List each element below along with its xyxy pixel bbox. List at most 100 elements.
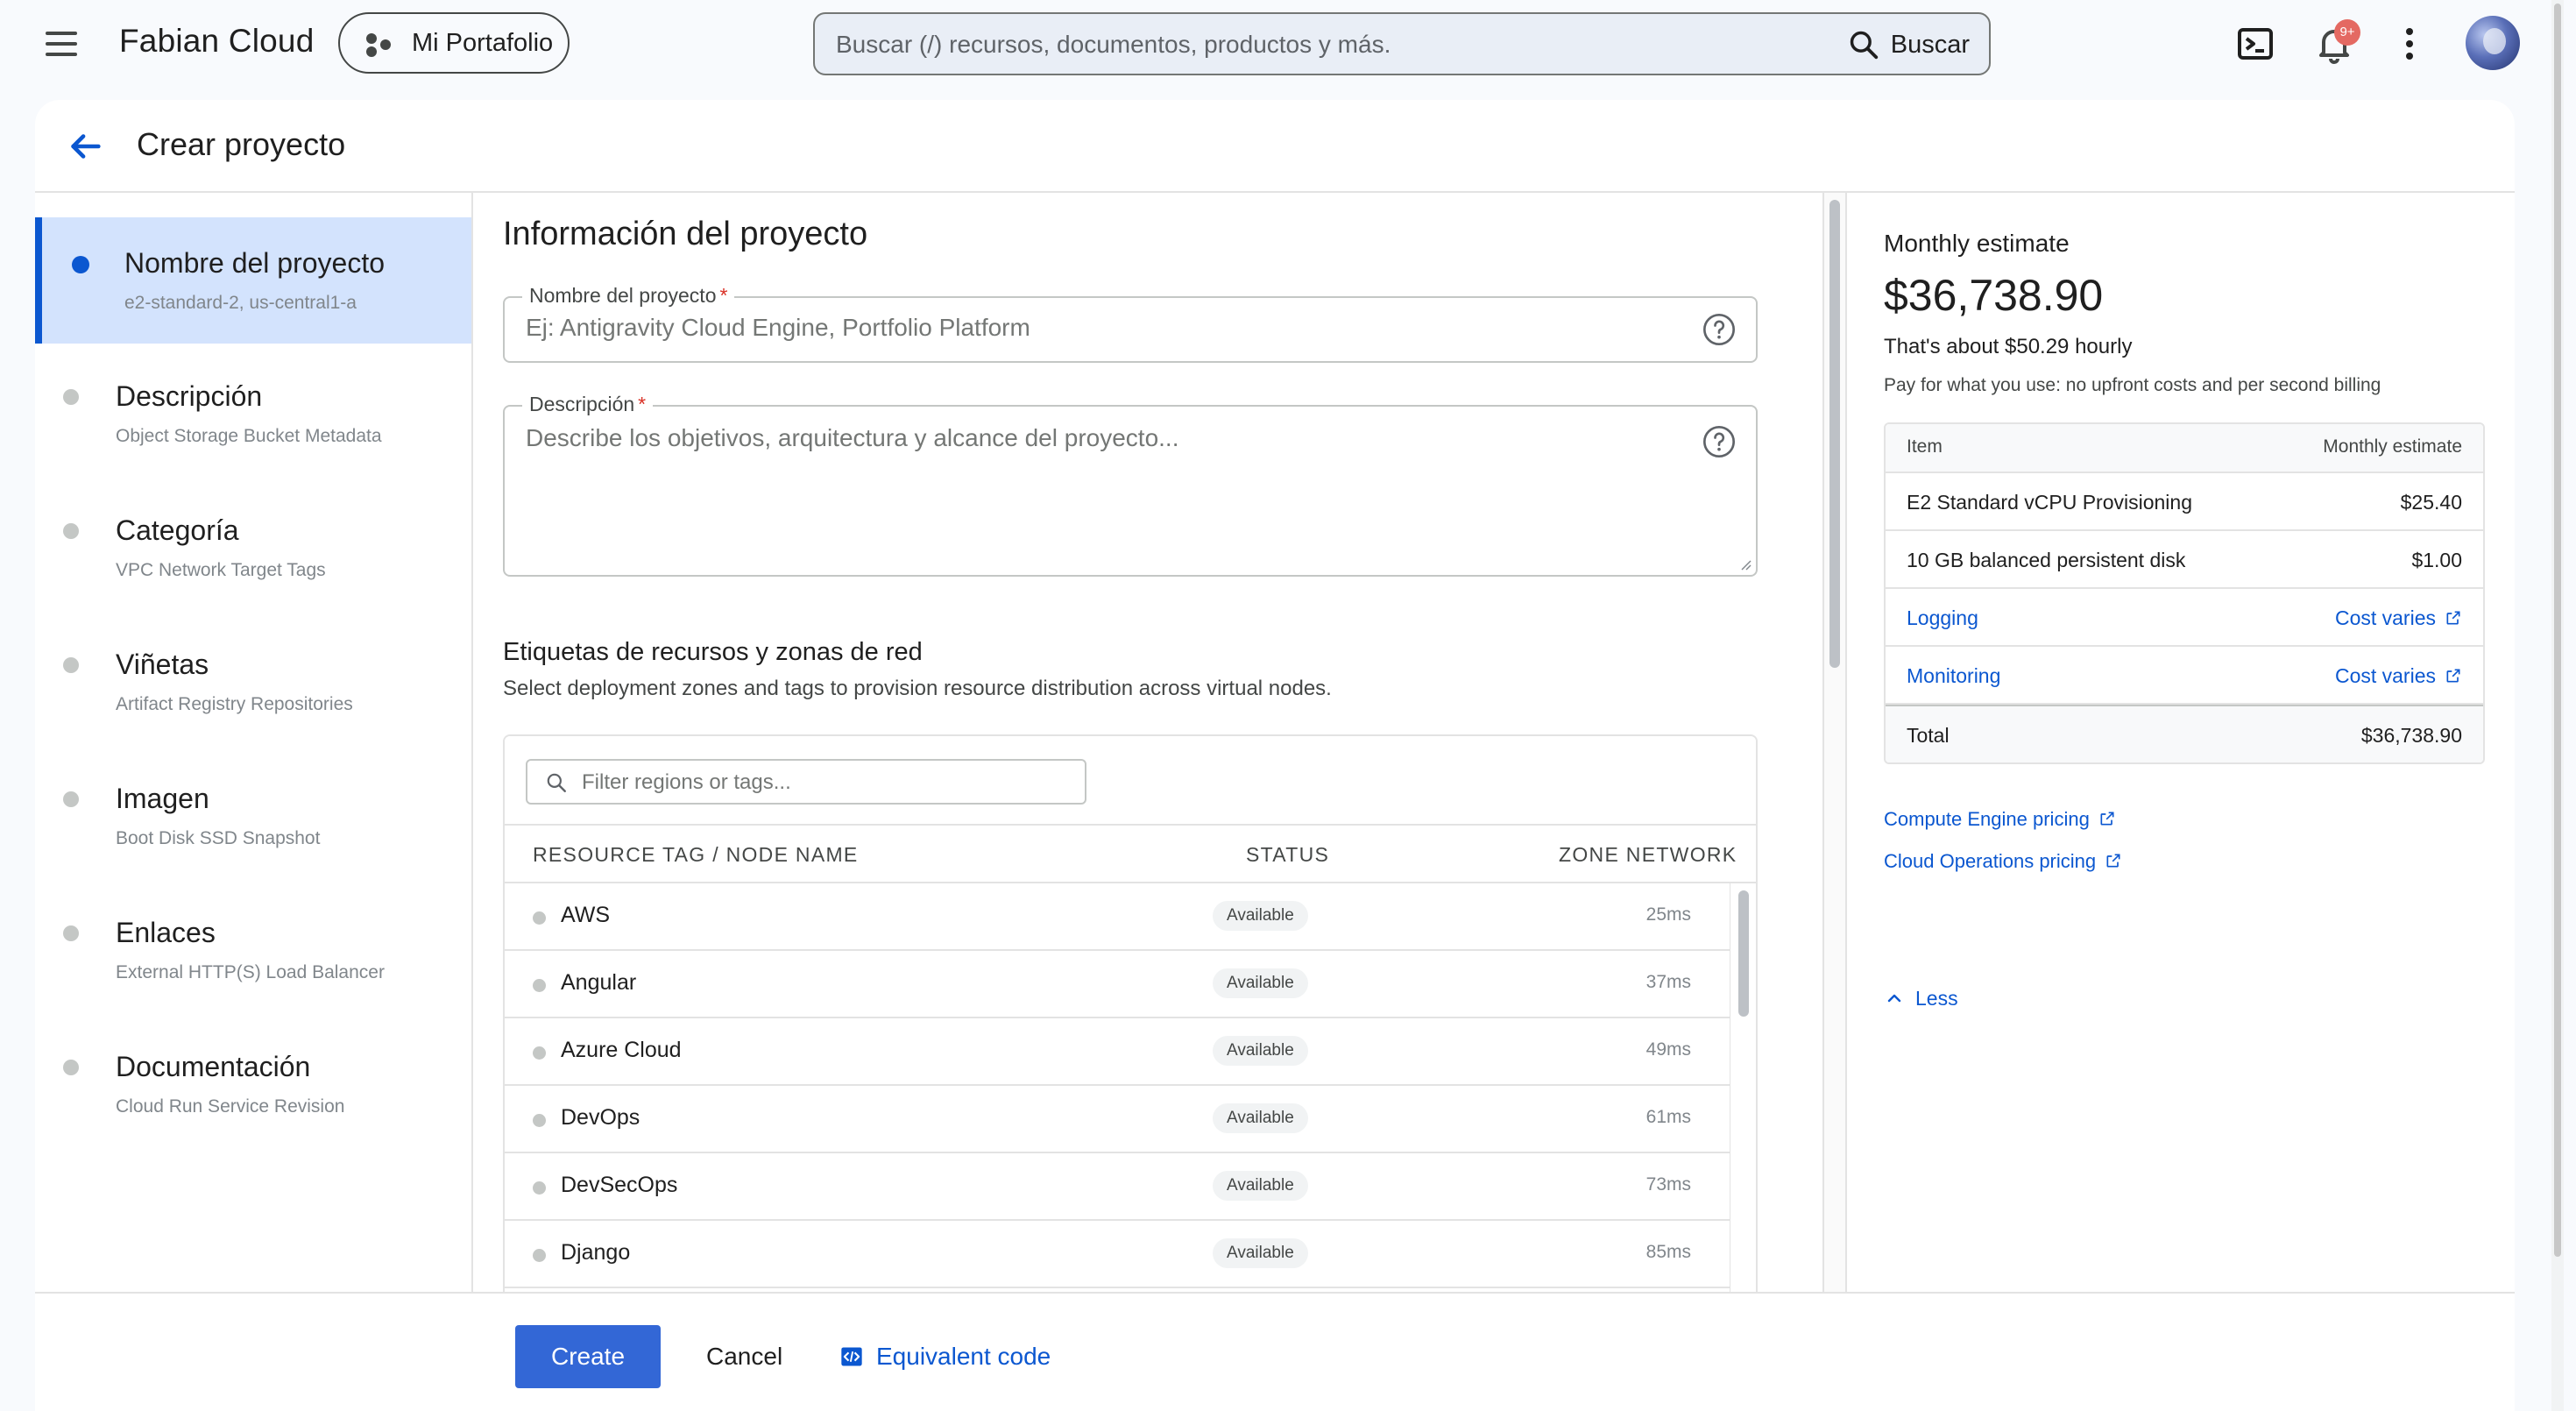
notifications-badge: 9+: [2334, 19, 2360, 46]
step-dot: [63, 791, 79, 807]
filter-regions-input[interactable]: [582, 769, 1072, 797]
monitoring-link[interactable]: Monitoring: [1907, 664, 2000, 688]
logging-cost-link[interactable]: Cost varies: [2335, 606, 2462, 630]
description-label: Descripción *: [522, 393, 654, 416]
step-dot: [63, 657, 79, 673]
step-descripcion[interactable]: Descripción Object Storage Bucket Metada…: [35, 351, 471, 477]
help-icon[interactable]: [1702, 424, 1737, 459]
estimate-table: Item Monthly estimate E2 Standard vCPU P…: [1884, 422, 2485, 764]
step-dot: [63, 389, 79, 405]
help-icon[interactable]: [1702, 312, 1737, 347]
step-subtitle: Object Storage Bucket Metadata: [116, 426, 382, 446]
global-search-input[interactable]: [836, 23, 1765, 67]
cloud-shell-terminal-icon[interactable]: [2234, 23, 2276, 65]
total-label: Total: [1907, 724, 1950, 747]
required-mark: *: [638, 393, 647, 415]
row-status-chip: Available: [1213, 901, 1308, 931]
step-categoria[interactable]: Categoría VPC Network Target Tags: [35, 485, 471, 611]
form-scrollbar[interactable]: [1822, 193, 1847, 1393]
row-status-dot: [533, 979, 546, 992]
estimate-item: 10 GB balanced persistent disk: [1907, 549, 2186, 571]
project-form: Información del proyecto Nombre del proy…: [475, 193, 1822, 1409]
more-options-icon[interactable]: [2388, 23, 2431, 65]
logging-link[interactable]: Logging: [1907, 606, 1978, 630]
table-header: RESOURCE TAG / NODE NAME STATUS ZONE NET…: [505, 826, 1756, 883]
resize-handle-icon[interactable]: [1738, 557, 1752, 571]
column-header-zone[interactable]: ZONE NETWORK: [1559, 843, 1737, 867]
card-header: Crear proyecto: [35, 100, 2515, 193]
row-status-dot: [533, 1046, 546, 1060]
step-vinetas[interactable]: Viñetas Artifact Registry Repositories: [35, 619, 471, 745]
row-status-dot: [533, 911, 546, 925]
create-button[interactable]: Create: [515, 1325, 661, 1388]
page-scrollbar[interactable]: [2551, 0, 2564, 1411]
portfolio-button[interactable]: Mi Portafolio: [338, 12, 570, 74]
step-enlaces[interactable]: Enlaces External HTTP(S) Load Balancer: [35, 887, 471, 1013]
row-zone-latency: 25ms: [1645, 904, 1691, 925]
step-title: Enlaces: [116, 917, 216, 948]
project-name-field: Nombre del proyecto *: [503, 284, 1758, 363]
step-title: Descripción: [116, 380, 263, 412]
step-nombre-del-proyecto[interactable]: Nombre del proyecto e2-standard-2, us-ce…: [35, 217, 471, 344]
step-active-dot: [72, 256, 89, 273]
action-footer: Create Cancel Equivalent code: [35, 1292, 2515, 1411]
column-header-status[interactable]: STATUS: [1246, 843, 1329, 867]
table-row[interactable]: DevSecOps Available 73ms: [505, 1153, 1730, 1221]
equivalent-code-button[interactable]: Equivalent code: [839, 1325, 1051, 1388]
estimate-item: E2 Standard vCPU Provisioning: [1907, 491, 2192, 514]
table-row[interactable]: AWS Available 25ms: [505, 883, 1730, 951]
table-filter-bar: [505, 736, 1756, 826]
row-zone-latency: 85ms: [1645, 1242, 1691, 1262]
row-name: DevOps: [561, 1105, 640, 1130]
row-status-chip: Available: [1213, 1036, 1308, 1066]
step-title: Nombre del proyecto: [124, 247, 386, 279]
search-button[interactable]: Buscar: [1847, 23, 1970, 67]
top-app-bar: Fabian Cloud Mi Portafolio Buscar 9+: [0, 0, 2576, 88]
step-subtitle: Boot Disk SSD Snapshot: [116, 828, 321, 848]
section-title: Información del proyecto: [503, 216, 868, 252]
create-project-card: Crear proyecto Nombre del proyecto e2-st…: [35, 100, 2515, 1411]
table-row[interactable]: Angular Available 37ms: [505, 951, 1730, 1018]
row-status-dot: [533, 1249, 546, 1262]
tags-section-title: Etiquetas de recursos y zonas de red: [503, 638, 923, 666]
estimate-total-row: Total $36,738.90: [1886, 705, 2483, 762]
cancel-button[interactable]: Cancel: [689, 1325, 800, 1388]
step-dot: [63, 523, 79, 539]
step-subtitle: e2-standard-2, us-central1-a: [124, 293, 357, 313]
table-row[interactable]: DevOps Available 61ms: [505, 1086, 1730, 1153]
search-icon: [1850, 31, 1878, 60]
description-textarea[interactable]: [526, 424, 1682, 556]
user-avatar[interactable]: [2466, 16, 2520, 70]
code-icon: [841, 1347, 862, 1366]
monitoring-cost-link[interactable]: Cost varies: [2335, 664, 2462, 688]
row-name: AWS: [561, 903, 611, 927]
table-row[interactable]: Azure Cloud Available 49ms: [505, 1018, 1730, 1086]
external-link-icon: [2446, 611, 2460, 625]
less-toggle-button[interactable]: Less: [1884, 987, 1958, 1010]
estimate-value: $25.40: [2400, 491, 2462, 514]
project-name-label: Nombre del proyecto *: [522, 284, 735, 308]
cloud-operations-pricing-link[interactable]: Cloud Operations pricing: [1884, 850, 2122, 873]
filter-search-icon: [547, 773, 566, 792]
column-header-name[interactable]: RESOURCE TAG / NODE NAME: [533, 843, 859, 867]
project-name-input[interactable]: [526, 314, 1682, 342]
brand-name[interactable]: Fabian Cloud: [119, 23, 315, 60]
step-imagen[interactable]: Imagen Boot Disk SSD Snapshot: [35, 753, 471, 879]
required-mark: *: [719, 284, 728, 307]
header-item: Item: [1907, 436, 1943, 457]
row-name: DevSecOps: [561, 1173, 678, 1197]
estimate-row: Monitoring Cost varies: [1886, 647, 2483, 705]
main-menu-icon[interactable]: [42, 26, 82, 61]
portfolio-button-label: Mi Portafolio: [412, 29, 554, 57]
compute-engine-pricing-link[interactable]: Compute Engine pricing: [1884, 808, 2116, 831]
back-arrow-icon[interactable]: [65, 126, 105, 167]
row-name: Azure Cloud: [561, 1038, 682, 1062]
step-documentacion[interactable]: Documentación Cloud Run Service Revision: [35, 1021, 471, 1147]
step-title: Categoría: [116, 514, 239, 546]
table-row[interactable]: Django Available 85ms: [505, 1221, 1730, 1288]
chevron-up-icon: [1887, 994, 1901, 1003]
row-status-chip: Available: [1213, 1171, 1308, 1201]
row-status-chip: Available: [1213, 968, 1308, 998]
equivalent-code-label: Equivalent code: [876, 1343, 1051, 1370]
step-dot: [63, 1060, 79, 1075]
